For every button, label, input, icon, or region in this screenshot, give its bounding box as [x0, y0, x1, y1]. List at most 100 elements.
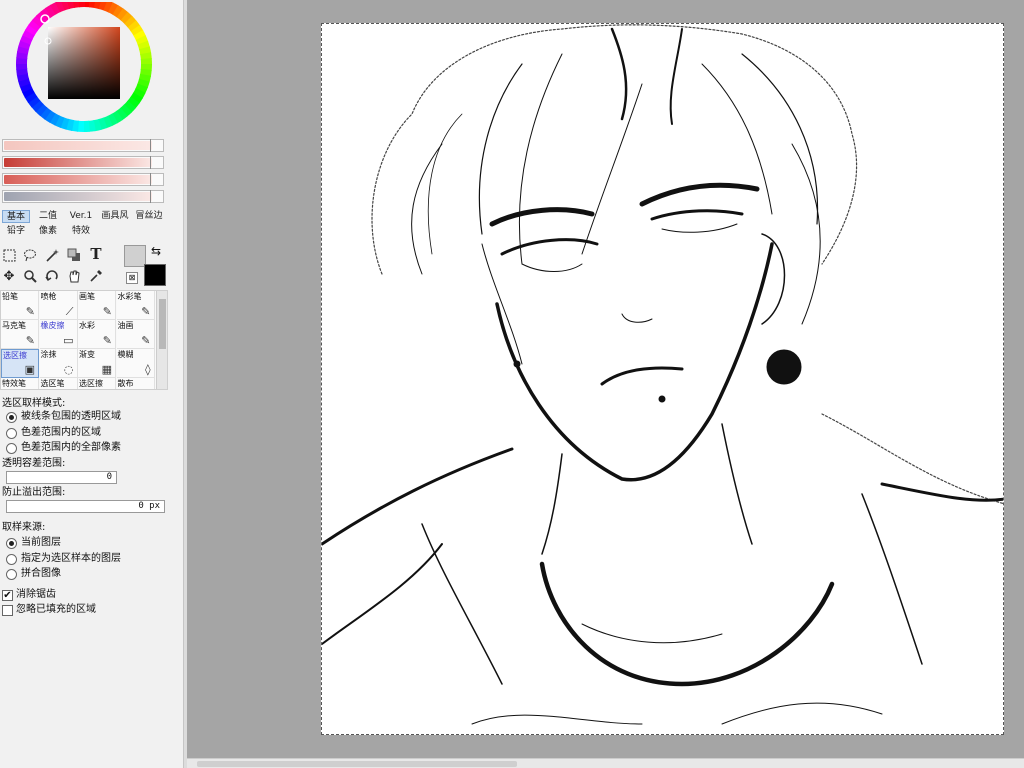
- brush-label: 铅笔: [2, 292, 18, 301]
- magic-wand-icon[interactable]: [43, 246, 61, 264]
- rotate-icon[interactable]: [43, 267, 61, 285]
- brush-slot[interactable]: 渐变 ▦: [78, 349, 116, 378]
- brush-label: 马克笔: [2, 321, 26, 330]
- source-label-merged: 拼合图像: [21, 568, 61, 579]
- brush-label: 油画: [117, 321, 134, 330]
- eyedropper-icon[interactable]: [87, 267, 105, 285]
- ignore-filled-checkbox[interactable]: [2, 605, 13, 616]
- selection-pen-icon[interactable]: [65, 246, 83, 264]
- source-label-current-layer: 当前图层: [21, 537, 61, 548]
- move-icon[interactable]: ✥: [0, 267, 18, 285]
- tool-panel: 基本 二值 Ver.1 画具风 冒丝边 铅字 像素 特效 T ✥ ⇆ ⊠ 铅笔 ✎…: [0, 0, 183, 768]
- select-rect-icon[interactable]: [0, 246, 18, 264]
- opacity-slider[interactable]: [2, 190, 164, 203]
- brush-icon: ▭: [63, 334, 74, 347]
- swap-colors-icon[interactable]: ⇆: [151, 245, 165, 259]
- brush-grid-scrollbar[interactable]: [156, 291, 167, 389]
- lasso-icon[interactable]: [21, 246, 39, 264]
- slider-knob[interactable]: [150, 173, 151, 186]
- selection-mode-title: 选区取样模式:: [2, 398, 66, 409]
- brush-slot[interactable]: 选区擦 ▣: [1, 349, 39, 378]
- brush-label: 特效笔: [2, 379, 26, 388]
- hand-icon[interactable]: [65, 267, 83, 285]
- brush-icon: ◊: [145, 363, 151, 376]
- tab-effect[interactable]: 特效: [66, 225, 96, 238]
- brush-grid: 铅笔 ✎ 喷枪 ⟋ 画笔 ✎ 水彩笔 ✎ 马克笔 ✎ 橡皮擦 ▭ 水彩 ✎ 油画 ✎ 选区擦 ▣ 涂抹 ◌ 渐变 ▦ 模糊 ◊…: [0, 290, 168, 390]
- mode-radio-all-pixels[interactable]: [6, 443, 17, 454]
- source-radio-current-layer[interactable]: [6, 538, 17, 549]
- brush-icon: ✎: [25, 305, 35, 318]
- horizontal-scroll-thumb[interactable]: [197, 761, 517, 767]
- slider-knob[interactable]: [150, 190, 151, 203]
- brush-slot[interactable]: 水彩笔 ✎: [116, 291, 155, 320]
- saturation-slider[interactable]: [2, 156, 164, 169]
- source-radio-merged[interactable]: [6, 569, 17, 580]
- brush-grid-scroll-thumb[interactable]: [159, 299, 166, 349]
- mode-label-all-pixels: 色差范围内的全部像素: [21, 442, 121, 453]
- brush-label: 涂抹: [40, 350, 57, 359]
- value-slider[interactable]: [2, 173, 164, 186]
- brush-slot[interactable]: 水彩 ✎: [78, 320, 116, 349]
- canvas-workspace: [187, 0, 1024, 768]
- tab-pixel[interactable]: 像素: [34, 225, 62, 238]
- tab-ver1[interactable]: Ver.1: [66, 210, 96, 223]
- tab-style[interactable]: 画具风: [99, 210, 131, 223]
- text-tool-icon[interactable]: T: [87, 245, 105, 263]
- color-wheel[interactable]: [14, 0, 154, 134]
- brush-slot[interactable]: 油画 ✎: [116, 320, 155, 349]
- source-radio-sample-layer[interactable]: [6, 554, 17, 565]
- slider-fill: [4, 158, 152, 167]
- brush-icon: ✎: [102, 334, 112, 347]
- zoom-icon[interactable]: [21, 267, 39, 285]
- horizontal-scrollbar[interactable]: [187, 758, 1024, 768]
- brush-slot[interactable]: 散布: [116, 378, 155, 389]
- tab-binary[interactable]: 二值: [34, 210, 62, 223]
- primary-color-swatch[interactable]: [124, 245, 146, 267]
- brush-slot[interactable]: 画笔 ✎: [78, 291, 116, 320]
- line-art-illustration: [322, 24, 1003, 725]
- drawing-canvas[interactable]: [321, 23, 1004, 735]
- tab-basic[interactable]: 基本: [2, 210, 30, 223]
- brush-slot[interactable]: 选区擦: [78, 378, 116, 389]
- brush-slot[interactable]: 铅笔 ✎: [1, 291, 39, 320]
- transparent-color-icon[interactable]: ⊠: [126, 272, 138, 284]
- overflow-label: 防止溢出范围:: [2, 487, 66, 498]
- secondary-color-swatch[interactable]: [144, 264, 166, 286]
- mode-radio-range[interactable]: [6, 428, 17, 439]
- tolerance-input[interactable]: 0: [6, 471, 117, 484]
- brush-slot[interactable]: 喷枪 ⟋: [39, 291, 78, 320]
- slider-fill: [4, 175, 152, 184]
- slider-knob[interactable]: [150, 139, 151, 152]
- brush-icon: ⟋: [65, 305, 74, 318]
- overflow-input[interactable]: 0 px: [6, 500, 165, 513]
- brush-slot[interactable]: 选区笔: [39, 378, 78, 389]
- tab-type[interactable]: 铅字: [2, 225, 30, 238]
- slider-knob[interactable]: [150, 156, 151, 169]
- mode-label-range: 色差范围内的区域: [21, 427, 101, 438]
- brush-label: 喷枪: [40, 292, 57, 301]
- brush-slot[interactable]: 橡皮擦 ▭: [39, 320, 78, 349]
- ignore-filled-label: 忽略已填充的区域: [16, 604, 96, 615]
- brush-icon: ✎: [102, 305, 112, 318]
- brush-slot[interactable]: 模糊 ◊: [116, 349, 155, 378]
- brush-icon: ✎: [141, 334, 151, 347]
- hue-slider[interactable]: [2, 139, 164, 152]
- brush-slot[interactable]: 马克笔 ✎: [1, 320, 39, 349]
- brush-label: 渐变: [79, 350, 95, 359]
- slider-fill: [4, 141, 152, 150]
- brush-icon: ✎: [25, 334, 35, 347]
- brush-label: 橡皮擦: [40, 321, 65, 330]
- brush-slot[interactable]: 特效笔: [1, 378, 39, 389]
- tab-edge[interactable]: 冒丝边: [133, 210, 165, 223]
- brush-icon: ▣: [24, 363, 35, 376]
- brush-label: 选区擦: [3, 351, 27, 360]
- source-title: 取样来源:: [2, 522, 46, 533]
- brush-label: 选区笔: [40, 379, 65, 388]
- brush-label: 散布: [117, 379, 134, 388]
- antialias-label: 消除锯齿: [16, 589, 56, 600]
- antialias-checkbox[interactable]: ✔: [2, 590, 13, 601]
- mode-radio-transparent[interactable]: [6, 412, 17, 423]
- brush-slot[interactable]: 涂抹 ◌: [39, 349, 78, 378]
- tolerance-label: 透明容差范围:: [2, 458, 66, 469]
- hue-ring-segment: [78, 0, 86, 8]
